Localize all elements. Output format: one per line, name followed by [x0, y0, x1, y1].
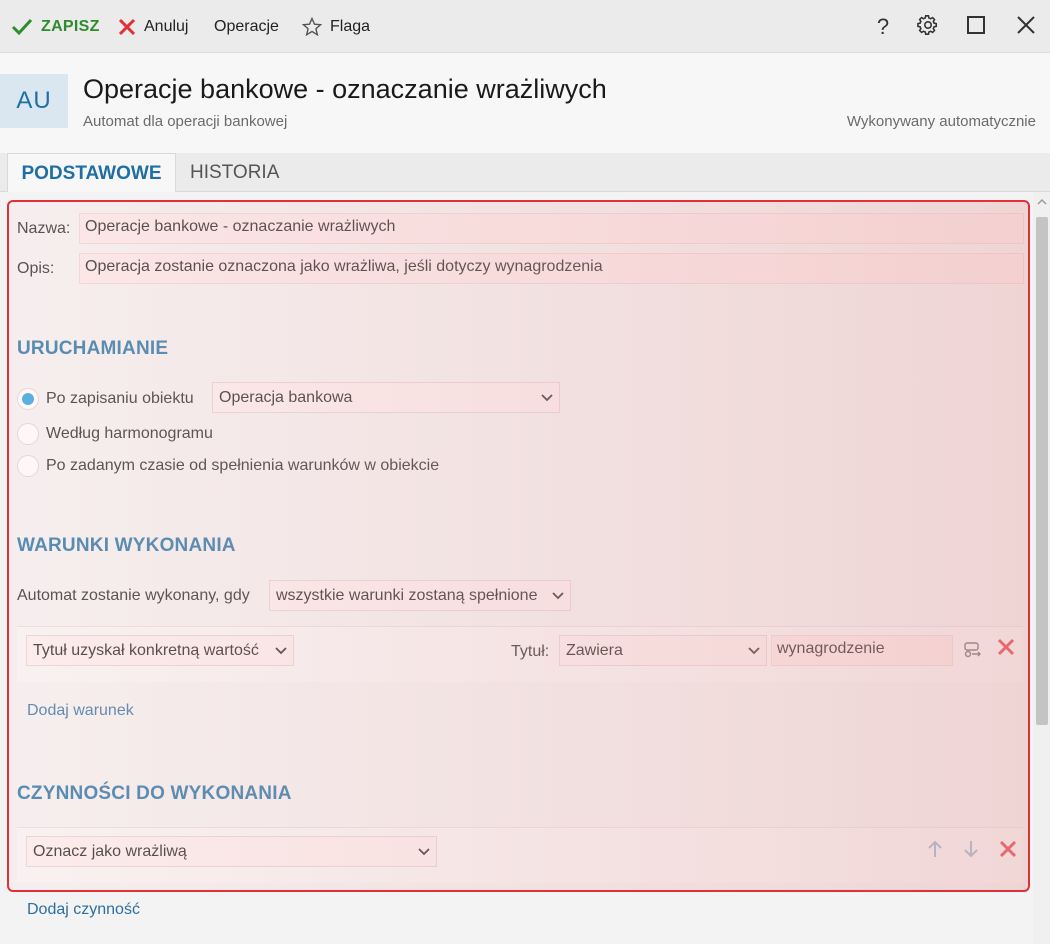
condition-value-field[interactable]: wynagrodzenie: [771, 635, 953, 666]
action-value: Oznacz jako wrażliwą: [33, 842, 187, 860]
flag-button[interactable]: Flaga: [302, 14, 370, 40]
checkmark-icon: [11, 18, 33, 36]
delete-x-icon: [997, 638, 1015, 661]
operations-menu[interactable]: Operacje: [214, 14, 279, 40]
conditions-mode-value: wszystkie warunki zostaną spełnione: [276, 586, 538, 604]
action-delete-button[interactable]: [996, 839, 1020, 863]
cancel-label: Anuluj: [144, 18, 189, 35]
scroll-up-icon[interactable]: [1033, 194, 1050, 210]
actions-section-title: CZYNNOŚCI DO WYKONANIA: [17, 783, 292, 804]
arrow-up-icon: [927, 840, 943, 863]
toolbar: ZAPISZ Anuluj Operacje Flaga ?: [0, 0, 1050, 53]
delete-x-icon: [999, 840, 1017, 863]
chevron-down-icon: [541, 393, 553, 402]
flag-label: Flaga: [330, 18, 371, 35]
move-down-button[interactable]: [959, 839, 983, 863]
settings-button[interactable]: [913, 12, 943, 42]
maximize-button[interactable]: [961, 12, 991, 42]
tab-bar: PODSTAWOWE HISTORIA: [0, 153, 1050, 193]
save-label: ZAPISZ: [41, 18, 100, 35]
trigger-option-label: Po zapisaniu obiektu: [46, 390, 194, 407]
chevron-down-icon: [418, 847, 430, 856]
radio-schedule[interactable]: [17, 423, 39, 445]
radio-delay[interactable]: [17, 455, 39, 477]
trigger-option-delay[interactable]: Po zadanym czasie od spełnienia warunków…: [17, 453, 439, 479]
cancel-button[interactable]: Anuluj: [118, 14, 188, 40]
name-field[interactable]: Operacje bankowe - oznaczanie wrażliwych: [79, 213, 1024, 244]
star-icon: [302, 17, 322, 37]
switch-parameter-icon: [963, 640, 983, 663]
page-subtitle: Automat dla operacji bankowej: [83, 113, 288, 130]
condition-operator-value: Zawiera: [566, 641, 623, 659]
trigger-object-select[interactable]: Operacja bankowa: [212, 382, 560, 413]
page-title: Operacje bankowe - oznaczanie wrażliwych: [83, 74, 607, 104]
close-window-button[interactable]: [1011, 12, 1041, 42]
record-header: AU Operacje bankowe - oznaczanie wrażliw…: [0, 53, 1050, 153]
move-up-button[interactable]: [923, 839, 947, 863]
description-field[interactable]: Operacja zostanie oznaczona jako wrażliw…: [79, 253, 1024, 284]
add-action-link[interactable]: Dodaj czynność: [27, 901, 140, 919]
chevron-down-icon: [552, 591, 564, 600]
conditions-section-title: WARUNKI WYKONANIA: [17, 535, 236, 556]
scrollbar-thumb[interactable]: [1036, 217, 1048, 725]
trigger-option-label: Według harmonogramu: [46, 425, 213, 442]
execution-mode-status: Wykonywany automatycznie: [846, 113, 1036, 130]
trigger-option-schedule[interactable]: Według harmonogramu: [17, 421, 213, 447]
arrow-down-icon: [963, 840, 979, 863]
gear-icon: [917, 14, 939, 41]
conditions-mode-select[interactable]: wszystkie warunki zostaną spełnione: [269, 580, 571, 611]
maximize-icon: [966, 15, 986, 40]
condition-settings-button[interactable]: [961, 639, 985, 663]
action-select[interactable]: Oznacz jako wrażliwą: [26, 836, 437, 867]
trigger-object-value: Operacja bankowa: [219, 388, 353, 406]
save-button[interactable]: ZAPISZ: [11, 14, 100, 40]
condition-operator-select[interactable]: Zawiera: [559, 635, 767, 666]
condition-type-select[interactable]: Tytuł uzyskał konkretną wartość: [26, 635, 294, 666]
trigger-section-title: URUCHAMIANIE: [17, 338, 169, 359]
close-icon: [1016, 15, 1036, 40]
chevron-down-icon: [275, 646, 287, 655]
trigger-option-label: Po zadanym czasie od spełnienia warunków…: [46, 457, 440, 474]
description-label: Opis:: [17, 260, 55, 277]
help-icon: ?: [876, 14, 890, 39]
name-label: Nazwa:: [17, 220, 71, 237]
tab-historia[interactable]: HISTORIA: [190, 153, 279, 192]
avatar: AU: [0, 74, 68, 128]
trigger-option-on-save[interactable]: Po zapisaniu obiektu: [17, 386, 194, 412]
tab-podstawowe[interactable]: PODSTAWOWE: [7, 153, 176, 193]
vertical-scrollbar[interactable]: [1033, 192, 1050, 944]
add-condition-link[interactable]: Dodaj warunek: [27, 702, 134, 720]
condition-delete-button[interactable]: [994, 637, 1018, 661]
operations-label: Operacje: [214, 18, 279, 35]
chevron-down-icon: [748, 646, 760, 655]
help-button[interactable]: ?: [868, 12, 898, 42]
radio-on-save[interactable]: [17, 388, 39, 410]
condition-field-label: Tytuł:: [511, 643, 550, 660]
condition-type-value: Tytuł uzyskał konkretną wartość: [33, 641, 259, 659]
close-x-icon: [118, 18, 136, 36]
conditions-intro-label: Automat zostanie wykonany, gdy: [17, 587, 250, 604]
